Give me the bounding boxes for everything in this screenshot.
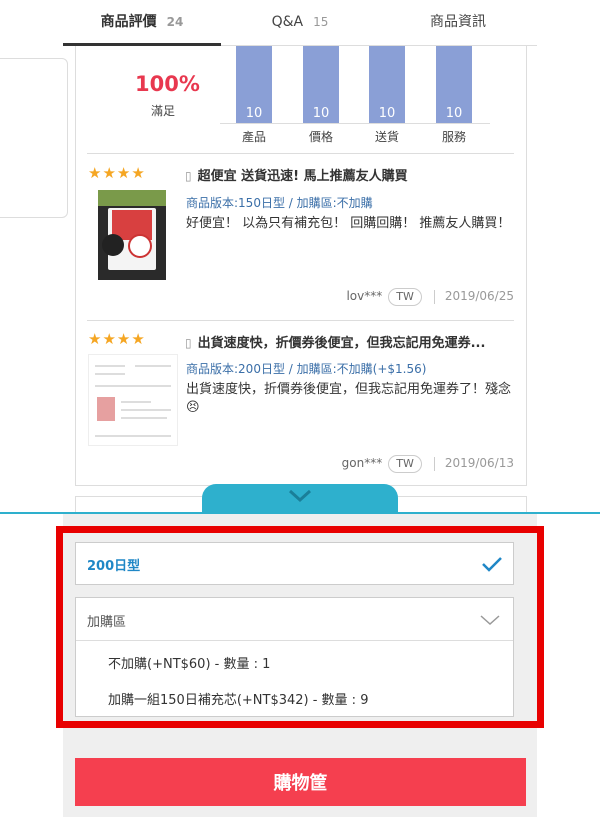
photo-line <box>95 385 171 387</box>
satisfaction-percent: 100% <box>135 72 200 96</box>
photo-line <box>135 365 171 367</box>
rating-bar-label: 服務 <box>441 130 466 144</box>
review-meta: lov*** TW 2019/06/25 <box>346 288 514 306</box>
review-meta: gon*** TW 2019/06/13 <box>342 455 514 473</box>
review-variant: 商品版本:150日型 / 加購區:不加購 <box>186 196 373 210</box>
review-title-text: 超便宜 送貨迅速! 馬上推薦友人購買 <box>197 169 408 184</box>
rating-bar-label: 價格 <box>308 130 333 144</box>
divider <box>87 320 514 321</box>
highlight-box <box>56 526 544 728</box>
review-photo[interactable] <box>88 354 178 446</box>
divider <box>87 153 514 154</box>
previous-card-edge <box>0 58 68 218</box>
review-date: 2019/06/25 <box>444 289 514 303</box>
tab-reviews-count: 24 <box>166 15 184 29</box>
rating-bar-value: 10 <box>245 106 263 121</box>
tab-qa[interactable]: Q&A 15 <box>221 0 379 46</box>
phone-icon: ▯ <box>185 169 192 183</box>
collapse-panel-tab[interactable] <box>202 484 398 514</box>
photo-line <box>95 435 171 437</box>
photo-badge-2 <box>128 234 152 258</box>
photo-line <box>121 401 151 403</box>
review-title-text: 出貨速度快，折價券後便宜，但我忘記用免運券... <box>197 336 486 351</box>
review-stars: ★★★★ <box>88 330 146 348</box>
phone-icon: ▯ <box>185 336 192 350</box>
review-variant: 商品版本:200日型 / 加購區:不加購(+$1.56) <box>186 362 427 376</box>
photo-badge <box>102 234 124 256</box>
tab-reviews-label: 商品評價 <box>100 14 157 30</box>
rating-bar: 10 <box>436 46 472 123</box>
tab-reviews[interactable]: 商品評價 24 <box>63 0 221 46</box>
photo-line <box>121 409 171 411</box>
tab-qa-count: 15 <box>313 15 329 29</box>
rating-bar-value: 10 <box>378 106 396 121</box>
review-stars: ★★★★ <box>88 164 146 182</box>
review-user: lov*** <box>346 289 383 303</box>
region-badge: TW <box>388 455 422 473</box>
review-title: ▯ 超便宜 送貨迅速! 馬上推薦友人購買 <box>185 165 408 184</box>
photo-line <box>121 417 167 419</box>
rating-bar: 10 <box>303 46 339 123</box>
review-date: 2019/06/13 <box>444 456 514 470</box>
review-photo[interactable] <box>98 190 166 280</box>
tab-qa-label: Q&A <box>271 14 304 30</box>
rating-bar: 10 <box>236 46 272 123</box>
photo-bg <box>98 190 166 206</box>
satisfaction-label: 滿足 <box>151 104 176 118</box>
chevron-down-icon <box>288 489 312 503</box>
review-user: gon*** <box>341 456 383 470</box>
chart-axis <box>220 123 490 124</box>
photo-line <box>95 373 125 375</box>
tab-bar: 商品評價 24 Q&A 15 商品資訊 <box>63 0 537 46</box>
region-badge: TW <box>388 288 422 306</box>
meta-separator <box>433 456 435 471</box>
photo-line <box>95 365 125 367</box>
rating-bar: 10 <box>369 46 405 123</box>
rating-bar-label: 送貨 <box>374 130 399 144</box>
add-to-cart-button[interactable]: 購物筐 <box>75 758 526 806</box>
review-body: 好便宜！ 以為只有補充包！ 回購回購！ 推薦友人購買！ <box>186 216 511 231</box>
tab-product-info-label: 商品資訊 <box>430 14 486 30</box>
rating-bar-value: 10 <box>445 106 463 121</box>
rating-bar-value: 10 <box>312 106 330 121</box>
review-title: ▯ 出貨速度快，折價券後便宜，但我忘記用免運券... <box>185 332 485 351</box>
review-body: 出貨速度快，折價券後便宜，但我忘記用免運券了！殘念😣 <box>186 382 512 415</box>
photo-product <box>97 397 115 421</box>
meta-separator <box>433 289 435 304</box>
rating-bar-label: 產品 <box>241 130 266 144</box>
tab-product-info[interactable]: 商品資訊 <box>379 0 537 46</box>
